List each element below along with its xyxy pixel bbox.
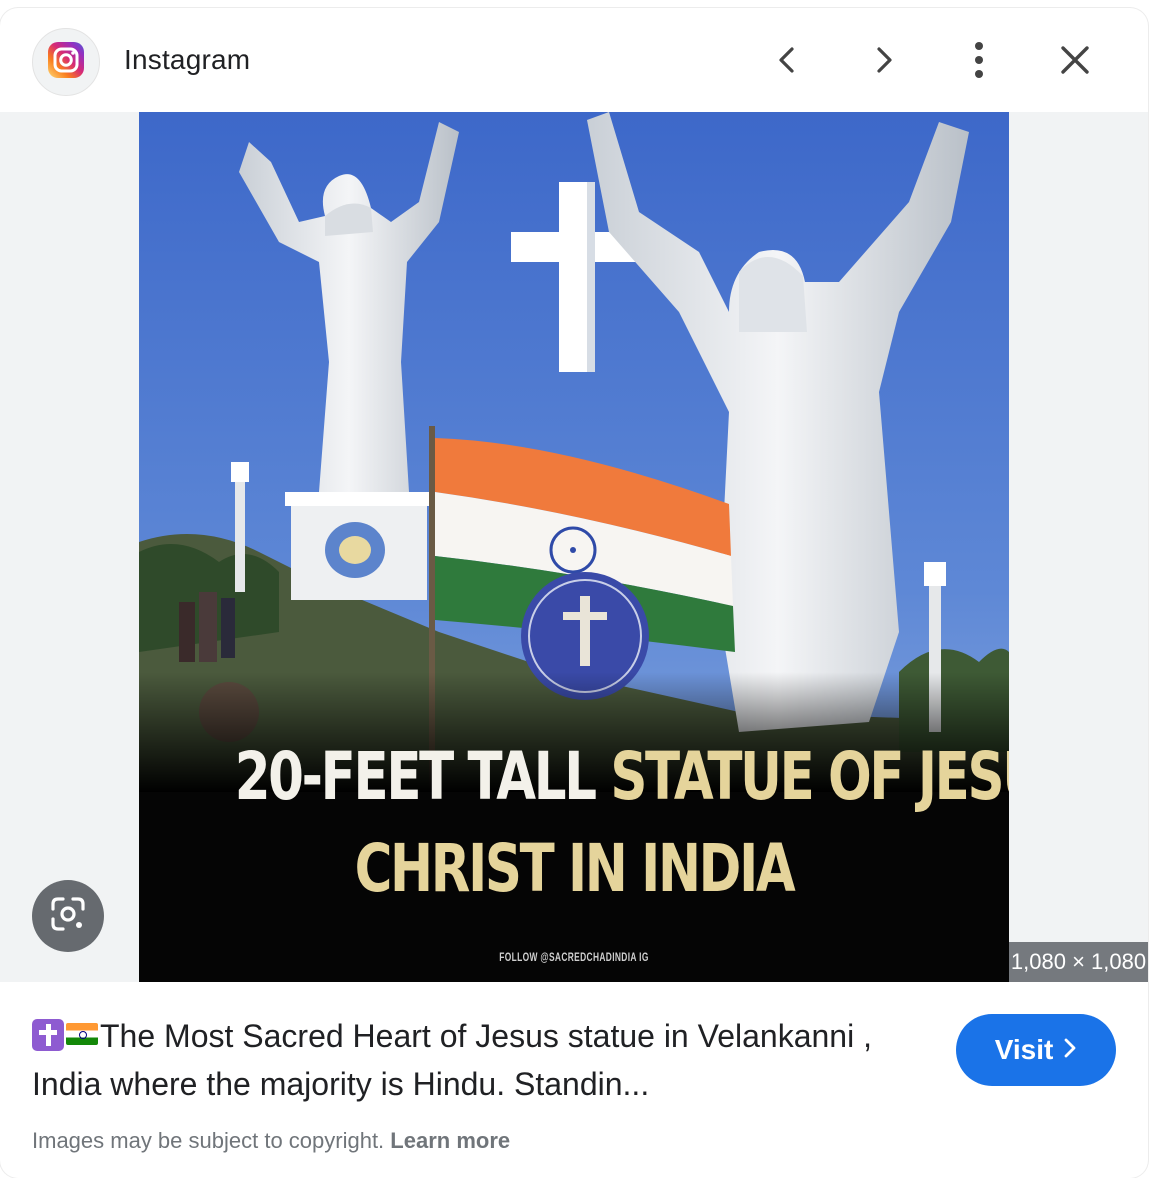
- visit-label: Visit: [994, 1034, 1054, 1065]
- result-title[interactable]: The Most Sacred Heart of Jesus statue in…: [32, 1012, 932, 1108]
- site-name[interactable]: Instagram: [124, 44, 250, 76]
- caption-line-1: 20-FEET TALL STATUE OF JESUS: [234, 738, 1009, 815]
- caption-gold-text: STATUE OF JESUS: [610, 738, 1009, 815]
- image-stage: 20-FEET TALL STATUE OF JESUS CHRIST IN I…: [0, 112, 1148, 982]
- google-lens-icon: [49, 895, 87, 938]
- previous-button[interactable]: [758, 32, 818, 92]
- close-icon: [1059, 44, 1091, 81]
- result-title-text: The Most Sacred Heart of Jesus statue in…: [32, 1018, 872, 1102]
- chevron-left-icon: [773, 45, 803, 80]
- learn-more-link[interactable]: Learn more: [390, 1128, 510, 1153]
- more-vert-icon: [964, 40, 994, 85]
- copyright-text: Images may be subject to copyright.: [32, 1128, 385, 1153]
- close-button[interactable]: [1045, 32, 1105, 92]
- instagram-logo-icon: [46, 40, 86, 85]
- google-lens-button[interactable]: [32, 880, 104, 952]
- more-options-button[interactable]: [949, 32, 1009, 92]
- follow-text: FOLLOW @SACREDCHADINDIA IG: [499, 950, 649, 964]
- next-button[interactable]: [853, 32, 913, 92]
- site-favicon[interactable]: [32, 28, 100, 96]
- caption-line-2: CHRIST IN INDIA: [354, 830, 796, 907]
- chevron-right-icon: [868, 45, 898, 80]
- india-flag-emoji: [66, 1023, 98, 1045]
- image-preview-panel: Instagram 20-FEET TALL STATUE OF JES CHR…: [0, 8, 1148, 1178]
- visit-button[interactable]: Visit: [956, 1014, 1116, 1086]
- copyright-notice: Images may be subject to copyright. Lear…: [32, 1128, 510, 1154]
- latin-cross-emoji: [32, 1019, 64, 1051]
- image-dimensions: 1,080 × 1,080: [1009, 942, 1148, 982]
- preview-image[interactable]: 20-FEET TALL STATUE OF JESUS CHRIST IN I…: [139, 112, 1009, 982]
- preview-header: Instagram: [0, 8, 1148, 112]
- caption-white-text: 20-FEET TALL: [234, 738, 611, 815]
- chevron-right-icon: [1063, 1034, 1077, 1066]
